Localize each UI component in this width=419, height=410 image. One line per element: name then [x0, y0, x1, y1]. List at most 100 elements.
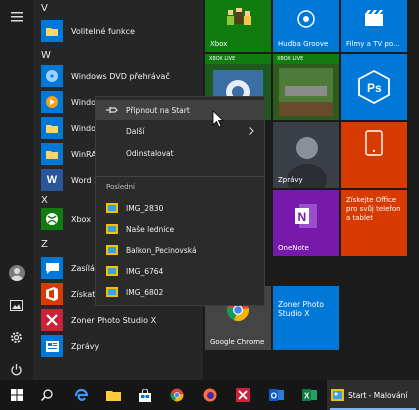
office-icon — [41, 283, 63, 305]
app-label: Zprávy — [71, 341, 100, 351]
word-icon: W — [41, 169, 63, 191]
office-promo-text: Získejte Office pro svůj telefon a table… — [346, 196, 401, 222]
windows-logo-icon — [11, 389, 23, 401]
app-item-volitelne-funkce[interactable]: Volitelné funkce — [33, 18, 203, 44]
tile-label: Zprávy — [278, 175, 303, 184]
tile-onenote[interactable]: N OneNote — [273, 190, 339, 256]
tile-label: Google Chrome — [210, 337, 265, 346]
uninstall-label: Odinstalovat — [126, 148, 174, 158]
hamburger-icon — [10, 12, 23, 22]
tile-label: Filmy a TV po... — [346, 39, 400, 48]
taskbar: O X Start - Malování — [0, 380, 419, 410]
tile-xbox[interactable]: Xbox — [205, 0, 271, 52]
more-item[interactable]: Další — [96, 121, 264, 141]
paint-file-icon — [106, 203, 118, 213]
hamburger-menu-button[interactable] — [0, 2, 33, 32]
svg-text:O: O — [270, 392, 276, 401]
edge-button[interactable] — [66, 380, 96, 410]
messaging-icon — [41, 257, 63, 279]
store-button[interactable] — [130, 380, 160, 410]
app-item-zpravy[interactable]: Zprávy — [33, 333, 203, 359]
firefox-icon — [203, 388, 217, 402]
recent-item[interactable]: IMG_6802 — [96, 282, 264, 302]
tile-photoshop[interactable]: Ps — [341, 54, 407, 120]
tile-movies[interactable]: Filmy a TV po... — [341, 0, 407, 52]
uninstall-item[interactable]: Odinstalovat — [96, 143, 264, 163]
tile-office-promo[interactable]: Získejte Office pro svůj telefon a table… — [341, 190, 407, 256]
section-letter-w[interactable]: W — [41, 50, 51, 61]
tile-news[interactable]: Zprávy — [273, 122, 339, 188]
tile-minecraft[interactable]: XBOX LIVE — [273, 54, 339, 120]
firefox-button[interactable] — [195, 380, 225, 410]
start-left-rail — [0, 0, 33, 380]
chrome-taskbar-button[interactable] — [162, 380, 192, 410]
dvd-icon — [41, 65, 63, 87]
film-icon — [365, 10, 383, 26]
app-item-windows-dvd[interactable]: Windows DVD přehrávač — [33, 63, 203, 89]
paint-file-icon — [106, 287, 118, 297]
phone-icon — [365, 130, 383, 156]
xbox-avatars-icon — [227, 8, 251, 25]
minecraft-art-icon — [279, 68, 333, 116]
start-button[interactable] — [2, 380, 32, 410]
groove-icon — [297, 10, 315, 28]
svg-text:N: N — [298, 210, 307, 224]
outlook-icon: O — [268, 389, 284, 401]
section-letter-v[interactable]: V — [41, 3, 48, 14]
svg-text:X: X — [304, 392, 310, 401]
xbox-icon — [41, 208, 63, 230]
pictures-button[interactable] — [0, 290, 33, 320]
excel-icon: X — [301, 389, 317, 401]
folder-icon — [41, 20, 63, 42]
paint-file-icon — [106, 224, 118, 234]
tile-groove[interactable]: Hudba Groove — [273, 0, 339, 52]
active-window-label: Start - Malování — [348, 390, 408, 400]
xbox-live-badge: XBOX LIVE — [205, 54, 271, 64]
outlook-button[interactable]: O — [261, 380, 291, 410]
svg-text:Ps: Ps — [367, 81, 382, 95]
chrome-icon — [170, 388, 184, 402]
tile-label: OneNote — [278, 243, 309, 252]
recent-item-label: Naše lednice — [126, 224, 175, 234]
file-explorer-button[interactable] — [98, 380, 128, 410]
pin-to-start-item[interactable]: Připnout na Start — [96, 100, 264, 120]
settings-button[interactable] — [0, 322, 33, 352]
app-label: Xbox — [71, 214, 91, 224]
tile-label: Zoner Photo Studio X — [278, 300, 324, 319]
gear-icon — [11, 331, 22, 343]
folder-icon — [41, 117, 63, 139]
xbox-live-badge: XBOX LIVE — [273, 54, 339, 64]
account-button[interactable] — [0, 258, 33, 288]
folder-icon — [41, 143, 63, 165]
user-icon — [10, 268, 23, 281]
edge-icon — [74, 388, 88, 401]
app-item-zoner[interactable]: Zoner Photo Studio X — [33, 307, 203, 333]
recent-item[interactable]: IMG_6764 — [96, 261, 264, 281]
zoner-taskbar-button[interactable] — [228, 380, 258, 410]
recent-item[interactable]: Naše lednice — [96, 219, 264, 239]
paint-taskbar-button[interactable]: Start - Malování — [327, 380, 419, 410]
tile-zoner[interactable]: Zoner Photo Studio X — [273, 286, 339, 350]
app-label: Volitelné funkce — [71, 26, 135, 36]
app-label: Zoner Photo Studio X — [71, 315, 157, 325]
section-letter-x[interactable]: X — [41, 195, 48, 206]
photoshop-icon: Ps — [358, 70, 390, 104]
excel-button[interactable]: X — [294, 380, 324, 410]
recent-item[interactable]: IMG_2830 — [96, 198, 264, 218]
search-button[interactable] — [32, 380, 62, 410]
section-letter-z[interactable]: Z — [41, 239, 48, 250]
more-label: Další — [126, 126, 145, 136]
paint-file-icon — [106, 266, 118, 276]
menu-separator — [96, 176, 264, 177]
power-icon — [11, 363, 22, 375]
folder-icon — [105, 391, 121, 401]
recent-item[interactable]: Balkon_Pecinovská — [96, 240, 264, 260]
zoner-icon — [236, 388, 250, 402]
recent-item-label: IMG_2830 — [126, 203, 164, 213]
app-label: Windows DVD přehrávač — [71, 71, 170, 81]
recent-item-label: IMG_6802 — [126, 287, 164, 297]
paint-icon — [331, 389, 344, 401]
avatar — [8, 265, 25, 281]
tile-get-office[interactable] — [341, 122, 407, 188]
search-icon — [41, 389, 53, 401]
